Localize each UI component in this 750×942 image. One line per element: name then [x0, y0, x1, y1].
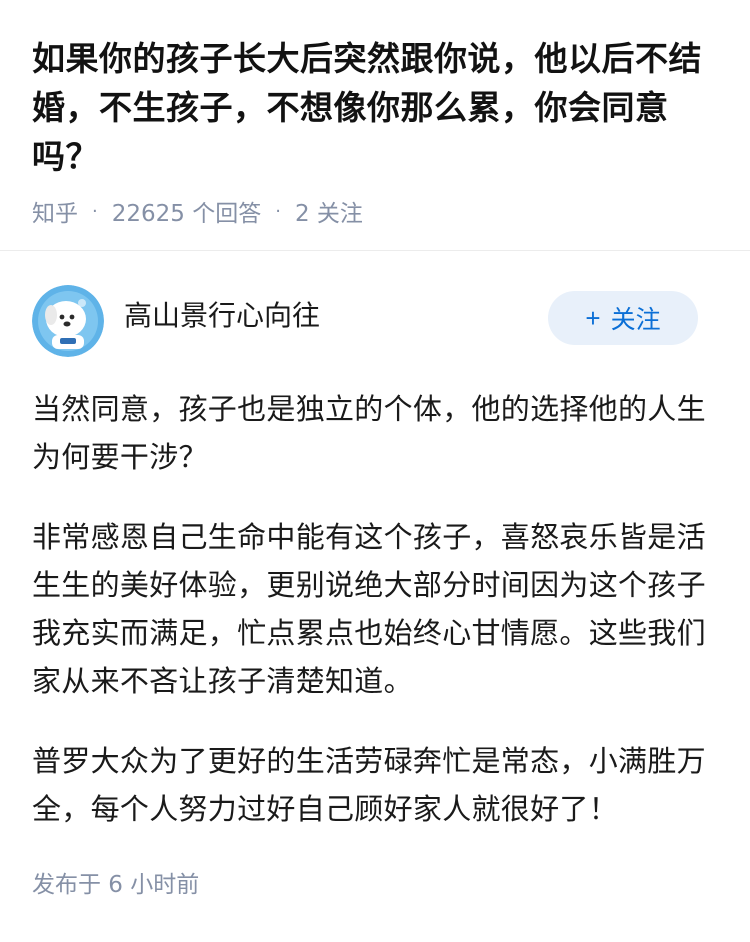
avatar[interactable]: [32, 285, 104, 357]
plus-icon: +: [585, 302, 601, 333]
answers-count[interactable]: 22625 个回答: [112, 194, 261, 228]
answer-paragraph: 非常感恩自己生命中能有这个孩子，喜怒哀乐皆是活生生的美好体验，更别说绝大部分时间…: [32, 520, 706, 698]
answer-paragraph: 当然同意，孩子也是独立的个体，他的选择他的人生为何要干涉？: [32, 392, 706, 474]
author-name[interactable]: 高山景行心向往: [124, 294, 320, 334]
publish-time: 发布于 6 小时前: [32, 872, 200, 898]
follow-count[interactable]: 2 关注: [295, 194, 363, 228]
answer-card: 高山景行心向往 + 关注 当然同意，孩子也是独立的个体，他的选择他的人生为何要干…: [0, 251, 750, 899]
author-row: 高山景行心向往 + 关注: [32, 285, 718, 357]
dog-avatar-icon: [32, 285, 104, 357]
source-label[interactable]: 知乎: [32, 194, 78, 228]
follow-button-label: 关注: [610, 306, 661, 334]
meta-separator: ·: [275, 200, 281, 222]
meta-separator: ·: [92, 200, 98, 222]
answer-paragraph: 普罗大众为了更好的生活劳碌奔忙是常态，小满胜万全，每个人努力过好自己顾好家人就很…: [32, 744, 706, 826]
question-title[interactable]: 如果你的孩子长大后突然跟你说，他以后不结婚，不生孩子，不想像你那么累，你会同意吗…: [32, 34, 718, 181]
question-meta: 知乎 · 22625 个回答 · 2 关注: [32, 191, 718, 231]
question-header: 如果你的孩子长大后突然跟你说，他以后不结婚，不生孩子，不想像你那么累，你会同意吗…: [0, 0, 750, 227]
follow-button[interactable]: + 关注: [548, 291, 698, 345]
answer-content: 当然同意，孩子也是独立的个体，他的选择他的人生为何要干涉？ 非常感恩自己生命中能…: [32, 385, 718, 833]
